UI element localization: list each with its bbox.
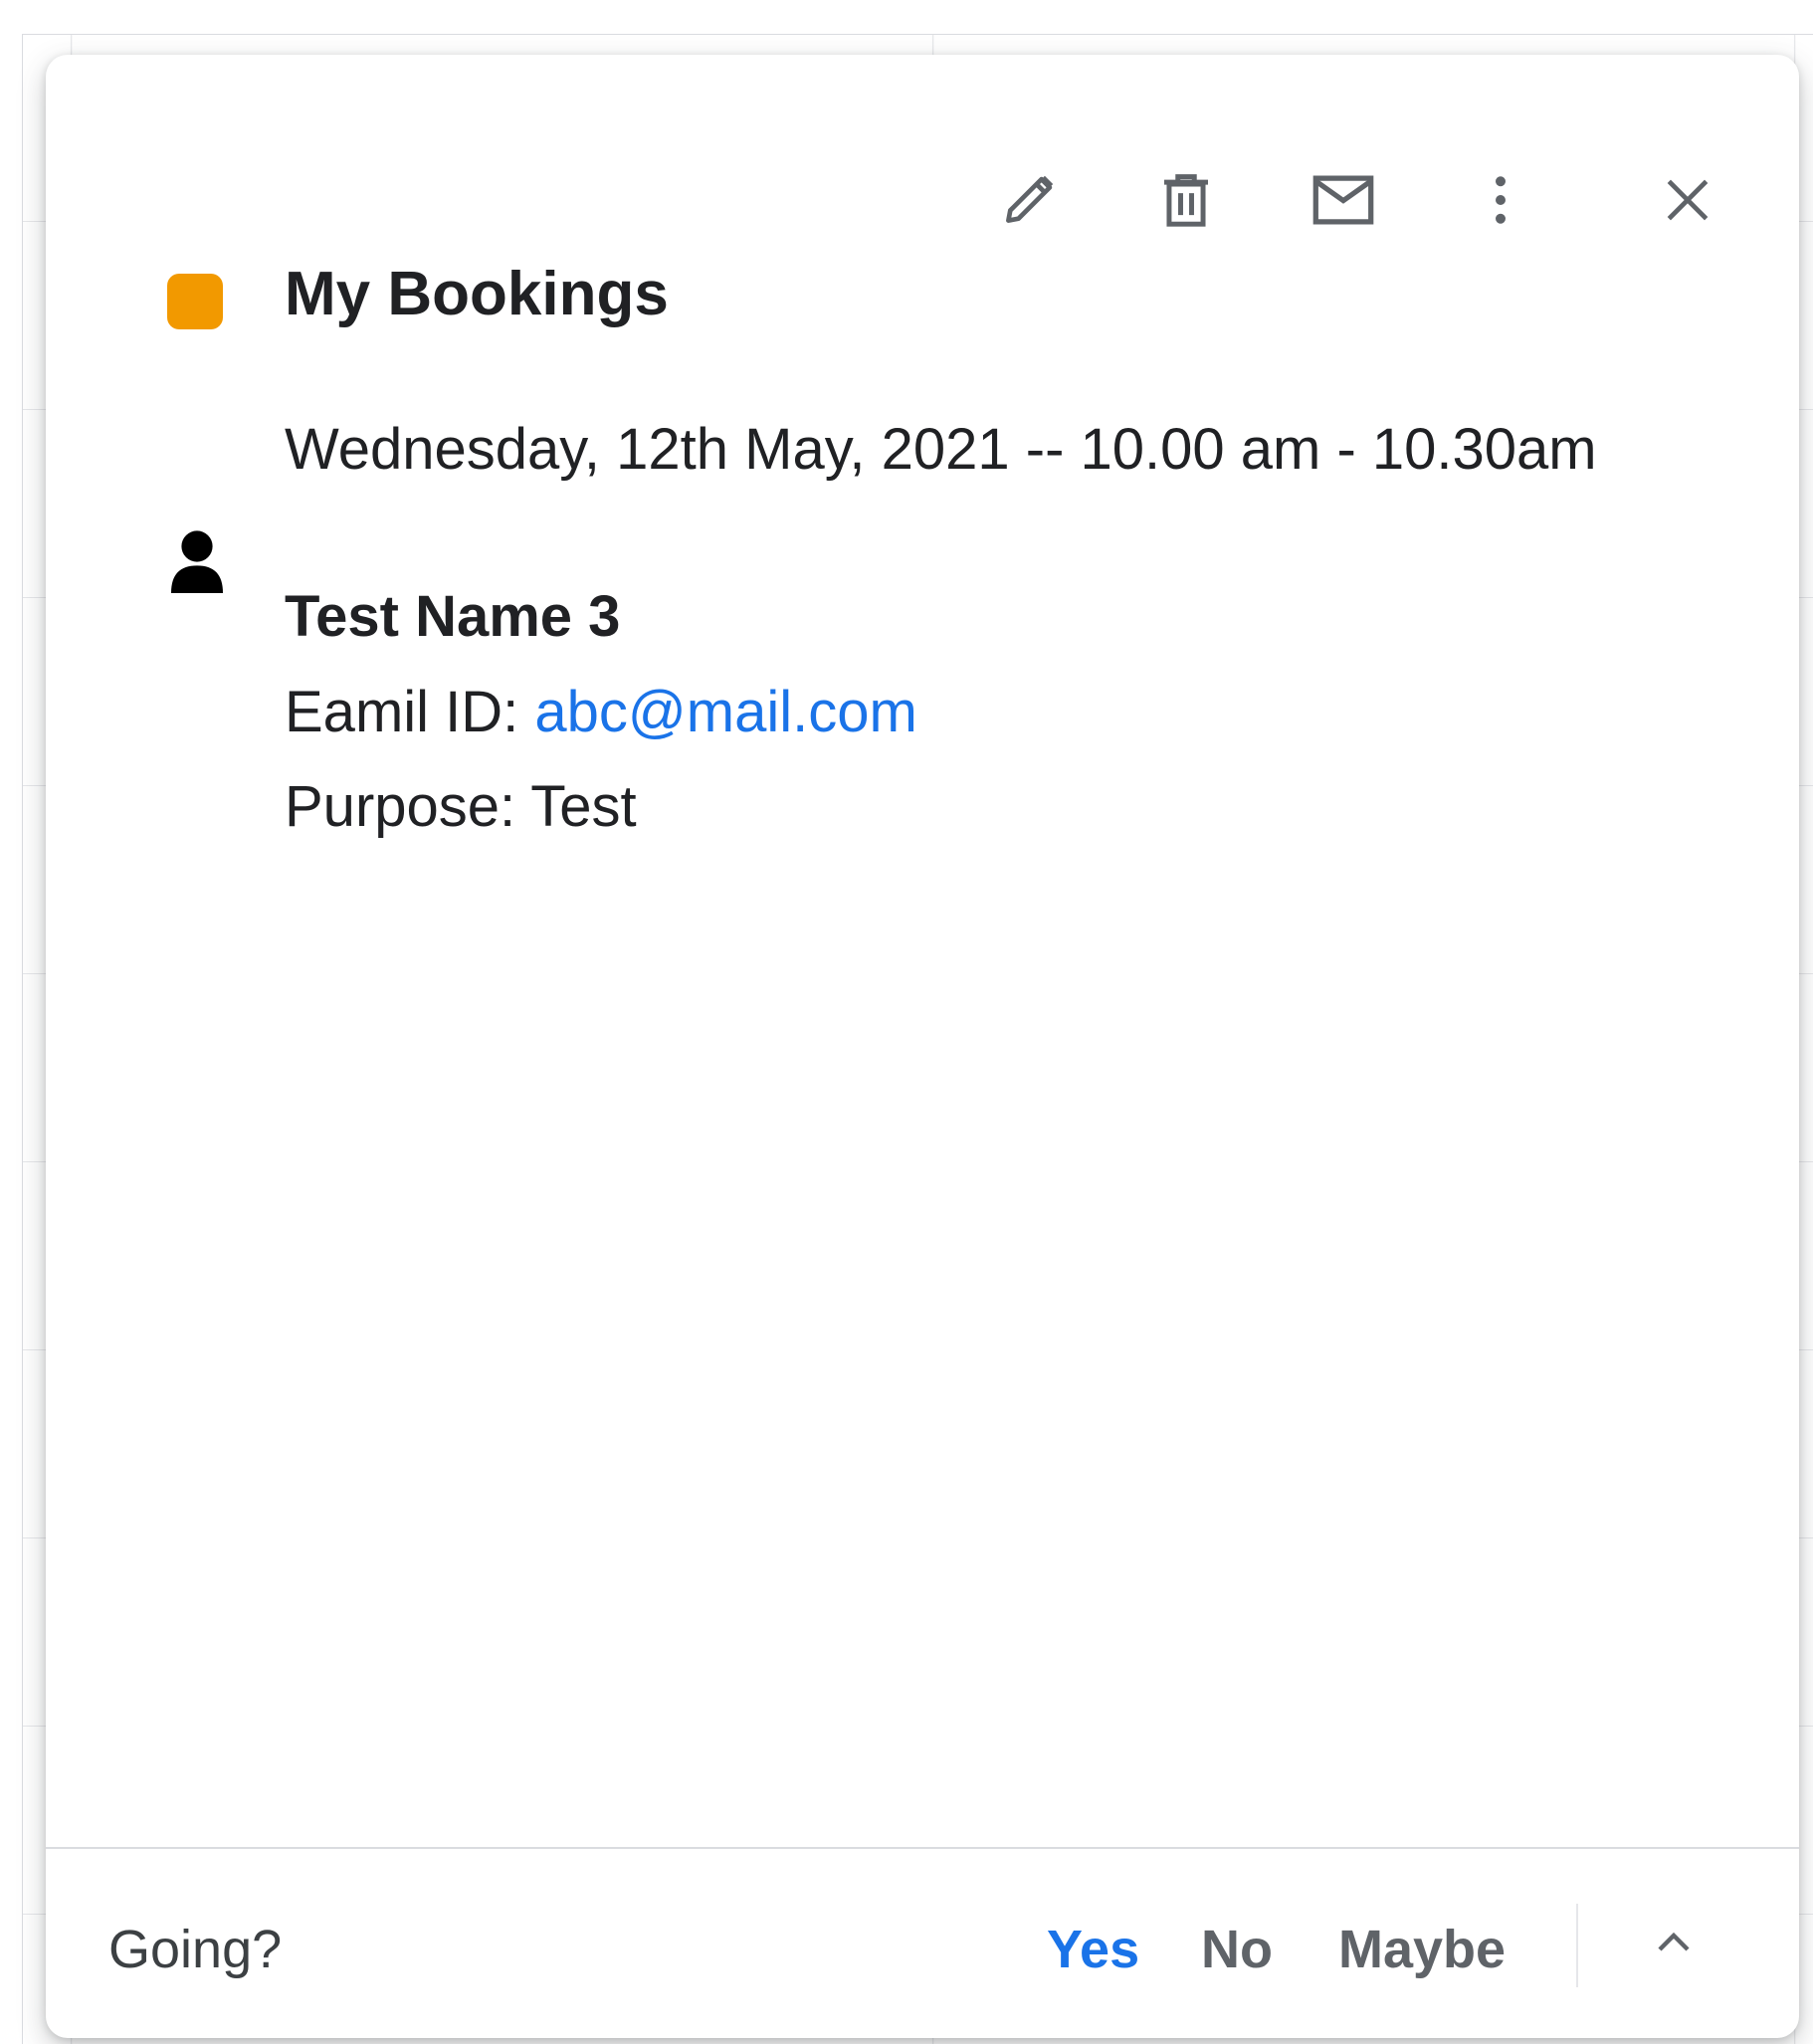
- guest-purpose-row: Purpose: Test: [285, 773, 637, 840]
- rsvp-no-button[interactable]: No: [1201, 1919, 1273, 1980]
- chevron-up-icon: [1658, 1932, 1690, 1951]
- event-details-popup: My Bookings Wednesday, 12th May, 2021 --…: [46, 55, 1799, 2038]
- going-label: Going?: [108, 1920, 283, 1979]
- pencil-icon: [1006, 175, 1054, 223]
- close-icon: [1667, 179, 1709, 221]
- edit-event-button[interactable]: [983, 154, 1075, 246]
- person-icon: [167, 529, 227, 602]
- delete-event-button[interactable]: [1140, 154, 1232, 246]
- guest-email-row: Eamil ID: abc@mail.com: [285, 679, 917, 745]
- close-popup-button[interactable]: [1642, 154, 1733, 246]
- rsvp-yes-button[interactable]: Yes: [1047, 1919, 1139, 1980]
- guest-purpose-label: Purpose:: [285, 774, 531, 839]
- envelope-icon: [1312, 175, 1374, 225]
- calendar-color-swatch: [167, 274, 223, 329]
- rsvp-maybe-button[interactable]: Maybe: [1338, 1919, 1506, 1980]
- footer-separator: [1576, 1904, 1578, 1987]
- guest-name: Test Name 3: [285, 584, 621, 649]
- guest-email-link[interactable]: abc@mail.com: [534, 680, 916, 744]
- event-title: My Bookings: [285, 260, 669, 328]
- expand-rsvp-button[interactable]: [1628, 1897, 1719, 1988]
- more-vertical-icon: [1496, 176, 1506, 224]
- event-datetime: Wednesday, 12th May, 2021 -- 10.00 am - …: [285, 417, 1597, 482]
- guest-email-label: Eamil ID:: [285, 680, 535, 744]
- trash-icon: [1164, 174, 1208, 227]
- guest-purpose-value: Test: [530, 774, 637, 839]
- rsvp-footer: Going? Yes No Maybe: [46, 1849, 1799, 2038]
- email-guests-button[interactable]: [1298, 154, 1389, 246]
- more-options-button[interactable]: [1455, 154, 1546, 246]
